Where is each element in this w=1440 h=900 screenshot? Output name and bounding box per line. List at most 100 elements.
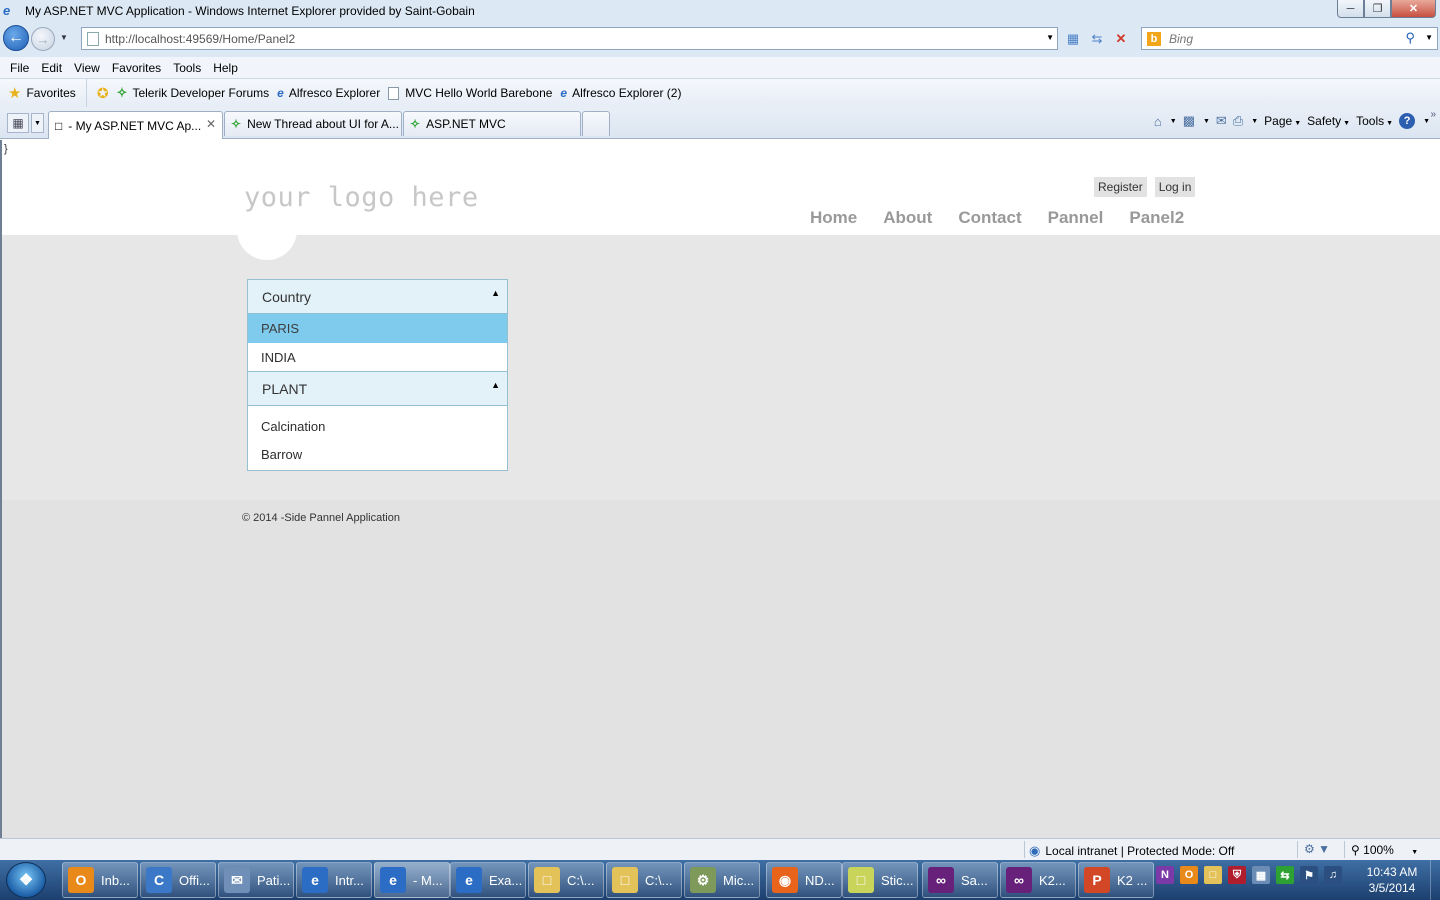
zoom-control[interactable]: ⚲ 100% ▼	[1351, 843, 1418, 857]
favorites-button[interactable]: ★ Favorites	[0, 79, 87, 107]
taskbar-button[interactable]: ∞ Sa...	[922, 862, 998, 898]
taskbar-button[interactable]: e - M...	[374, 862, 450, 898]
close-tab-icon[interactable]: ✕	[206, 117, 216, 131]
show-desktop-button[interactable]	[1430, 860, 1440, 900]
address-dropdown[interactable]: ▼	[1046, 33, 1054, 42]
taskbar-button[interactable]: ✉ Pati...	[218, 862, 294, 898]
volume-muted-tray-icon[interactable]: ♫	[1324, 866, 1342, 884]
print-dropdown[interactable]: ▼	[1251, 118, 1258, 125]
forward-button[interactable]: →	[31, 27, 55, 51]
safety-menu[interactable]: Safety ▼	[1307, 114, 1350, 128]
compatibility-view-icon[interactable]: ▦	[1062, 28, 1084, 49]
taskbar-button[interactable]: □ C:\...	[606, 862, 682, 898]
tools-icon: ⚙	[690, 867, 716, 893]
network-tray-icon[interactable]: ▦	[1252, 866, 1270, 884]
outlook-tray-icon[interactable]: O	[1180, 866, 1198, 884]
favorite-link-mvc-hello-world[interactable]: MVC Hello World Barebone	[388, 86, 552, 100]
start-button[interactable]: ❖	[6, 862, 46, 898]
collapse-arrow-icon[interactable]: ▲	[491, 288, 500, 298]
nav-pannel[interactable]: Pannel	[1048, 208, 1104, 228]
search-input[interactable]	[1169, 31, 1389, 46]
collapse-arrow-icon[interactable]: ▲	[491, 380, 500, 390]
action-center-tray-icon[interactable]: ⚑	[1300, 866, 1318, 884]
chat-icon: ✉	[224, 867, 250, 893]
panel-item-paris[interactable]: PARIS	[248, 314, 507, 343]
menu-edit[interactable]: Edit	[35, 61, 68, 75]
tab-aspnet-mvc[interactable]: ✧ ASP.NET MVC	[403, 111, 581, 136]
window-controls: ─ ❐ ✕	[1337, 0, 1436, 18]
search-icon[interactable]: ⚲	[1405, 30, 1415, 46]
tools-menu[interactable]: Tools ▼	[1356, 114, 1393, 128]
taskbar-button[interactable]: O Inb...	[62, 862, 138, 898]
search-options-dropdown[interactable]: ▼	[1425, 33, 1433, 42]
panel-header-label: PLANT	[262, 380, 308, 397]
url-input[interactable]	[105, 31, 1005, 46]
telerik-icon: ✧	[116, 85, 128, 100]
refresh-icon[interactable]: ⇆	[1086, 28, 1108, 49]
taskbar-button[interactable]: ◉ ND...	[766, 862, 842, 898]
taskbar-button[interactable]: e Intr...	[296, 862, 372, 898]
taskbar-button[interactable]: e Exa...	[450, 862, 526, 898]
login-link[interactable]: Log in	[1154, 177, 1196, 197]
antivirus-tray-icon[interactable]: ⛨	[1228, 866, 1246, 884]
minimize-button[interactable]: ─	[1337, 0, 1364, 18]
menu-tools[interactable]: Tools	[167, 61, 207, 75]
nav-contact[interactable]: Contact	[958, 208, 1021, 228]
menu-view[interactable]: View	[68, 61, 106, 75]
register-link[interactable]: Register	[1094, 177, 1147, 197]
panel-header-plant[interactable]: PLANT ▲	[248, 372, 507, 406]
menu-help[interactable]: Help	[207, 61, 244, 75]
feeds-icon[interactable]: ▩	[1183, 113, 1195, 129]
security-zone[interactable]: ◉ Local intranet | Protected Mode: Off	[1029, 843, 1234, 859]
nav-panel2[interactable]: Panel2	[1129, 208, 1184, 228]
mail-icon[interactable]: ✉	[1216, 113, 1227, 129]
menu-favorites[interactable]: Favorites	[106, 61, 167, 75]
sync-tray-icon[interactable]: ⇆	[1276, 866, 1294, 884]
toolbar-overflow-icon[interactable]: »	[1430, 109, 1436, 120]
page-menu[interactable]: Page ▼	[1264, 114, 1301, 128]
taskbar-button[interactable]: □ Stic...	[842, 862, 918, 898]
panel-item-barrow[interactable]: Barrow	[248, 440, 507, 468]
close-window-button[interactable]: ✕	[1391, 0, 1436, 18]
print-icon[interactable]: ⎙	[1233, 113, 1243, 129]
quick-tabs-icon[interactable]: ▦	[7, 113, 29, 133]
panel-item-calcination[interactable]: Calcination	[248, 412, 507, 440]
recent-pages-dropdown[interactable]: ▼	[60, 33, 68, 42]
taskbar-button[interactable]: C Offi...	[140, 862, 216, 898]
help-dropdown[interactable]: ▼	[1423, 118, 1430, 125]
taskbar-button[interactable]: □ C:\...	[528, 862, 604, 898]
favorite-link-telerik-forums[interactable]: ✧ Telerik Developer Forums	[117, 85, 270, 101]
search-box[interactable]: b ⚲ ▼	[1141, 27, 1438, 50]
nav-home[interactable]: Home	[810, 208, 857, 228]
new-tab-button[interactable]	[582, 111, 610, 136]
taskbar-button[interactable]: ∞ K2...	[1000, 862, 1076, 898]
tab-my-aspnet-app[interactable]: □ - My ASP.NET MVC Ap... ✕	[48, 111, 223, 139]
tab-new-thread[interactable]: ✧ New Thread about UI for A...	[224, 111, 402, 136]
taskbar-button[interactable]: ⚙ Mic...	[684, 862, 760, 898]
stop-icon[interactable]: ✕	[1110, 28, 1132, 49]
panel-header-country[interactable]: Country ▲	[248, 280, 507, 314]
chevron-down-icon: ▼	[1386, 120, 1394, 127]
folder-tray-icon[interactable]: □	[1204, 866, 1222, 884]
favorite-link-alfresco-2[interactable]: e Alfresco Explorer (2)	[560, 86, 681, 100]
favorite-link-alfresco[interactable]: e Alfresco Explorer	[277, 86, 380, 100]
tab-list-dropdown[interactable]: ▼	[31, 113, 44, 133]
menu-file[interactable]: File	[4, 61, 35, 75]
window-titlebar: e My ASP.NET MVC Application - Windows I…	[0, 0, 1440, 22]
home-dropdown[interactable]: ▼	[1170, 118, 1177, 125]
address-bar[interactable]: ▼	[81, 27, 1058, 50]
back-button[interactable]: ←	[3, 25, 29, 51]
nav-about[interactable]: About	[883, 208, 932, 228]
taskbar-button[interactable]: P K2 ...	[1078, 862, 1154, 898]
panel-item-india[interactable]: INDIA	[248, 343, 507, 372]
protected-mode-icon[interactable]: ⚙ ▼	[1304, 842, 1330, 856]
onenote-tray-icon[interactable]: N	[1156, 866, 1174, 884]
system-clock[interactable]: 10:43 AM 3/5/2014	[1356, 864, 1428, 896]
feeds-dropdown[interactable]: ▼	[1203, 118, 1210, 125]
site-logo[interactable]: your logo here	[244, 182, 479, 213]
add-favorite-icon[interactable]: ✪	[97, 85, 109, 102]
home-icon[interactable]: ⌂	[1154, 114, 1162, 129]
help-icon[interactable]: ?	[1399, 113, 1416, 129]
footer-copyright: © 2014 -Side Pannel Application	[242, 512, 400, 524]
maximize-button[interactable]: ❐	[1364, 0, 1391, 18]
